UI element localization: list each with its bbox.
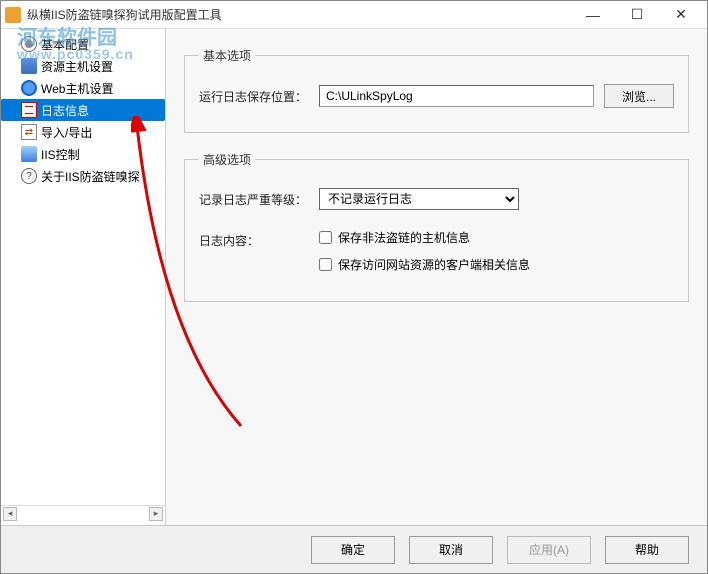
log-icon <box>21 102 37 118</box>
apply-button[interactable]: 应用(A) <box>507 536 591 564</box>
sidebar-item-label: 关于IIS防盗链嗅探 <box>41 168 140 185</box>
sidebar-item-label: 资源主机设置 <box>41 58 113 75</box>
help-button[interactable]: 帮助 <box>605 536 689 564</box>
cb-illegal-host[interactable] <box>319 231 332 244</box>
title-bar: 纵横IIS防盗链嗅探狗试用版配置工具 ― ☐ ✕ <box>1 1 707 29</box>
content-pane: 基本选项 运行日志保存位置： 浏览... 高级选项 记录日志严重等级： 不记录运… <box>166 29 707 525</box>
advanced-options-legend: 高级选项 <box>199 151 255 168</box>
sidebar-item-label: 基本配置 <box>41 36 89 53</box>
advanced-options-group: 高级选项 记录日志严重等级： 不记录运行日志 日志内容： 保存非法盗链的主机信息… <box>184 151 689 302</box>
scroll-left-icon[interactable]: ◂ <box>3 507 17 521</box>
app-icon <box>5 7 21 23</box>
log-level-label: 记录日志严重等级： <box>199 191 319 208</box>
sidebar-item-label: IIS控制 <box>41 146 80 163</box>
cb-client-info-label: 保存访问网站资源的客户端相关信息 <box>338 256 530 273</box>
log-path-label: 运行日志保存位置： <box>199 88 319 105</box>
sidebar-item-label: 日志信息 <box>41 102 89 119</box>
nav-tree: 基本配置资源主机设置 Web主机设置日志信息导入/导出 IIS控制关于IIS防盗链嗅… <box>1 33 165 505</box>
minimize-button[interactable]: ― <box>571 1 615 29</box>
log-path-input[interactable] <box>319 85 594 107</box>
sidebar-item-5[interactable]: IIS控制 <box>1 143 165 165</box>
web-icon <box>21 80 37 96</box>
dialog-button-bar: 确定 取消 应用(A) 帮助 <box>1 525 707 573</box>
sidebar-item-0[interactable]: 基本配置 <box>1 33 165 55</box>
close-button[interactable]: ✕ <box>659 1 703 29</box>
ok-button[interactable]: 确定 <box>311 536 395 564</box>
host-icon <box>21 58 37 74</box>
sidebar-item-4[interactable]: 导入/导出 <box>1 121 165 143</box>
basic-options-legend: 基本选项 <box>199 47 255 64</box>
window-title: 纵横IIS防盗链嗅探狗试用版配置工具 <box>27 6 571 23</box>
browse-button[interactable]: 浏览... <box>604 84 674 108</box>
sidebar-item-1[interactable]: 资源主机设置 <box>1 55 165 77</box>
sidebar-item-label: 导入/导出 <box>41 124 92 141</box>
about-icon <box>21 168 37 184</box>
iis-icon <box>21 146 37 162</box>
sidebar-item-2[interactable]: Web主机设置 <box>1 77 165 99</box>
sidebar-item-6[interactable]: 关于IIS防盗链嗅探 <box>1 165 165 187</box>
maximize-button[interactable]: ☐ <box>615 1 659 29</box>
log-level-select[interactable]: 不记录运行日志 <box>319 188 519 210</box>
scroll-right-icon[interactable]: ▸ <box>149 507 163 521</box>
sidebar-item-label: Web主机设置 <box>41 80 113 97</box>
sidebar-item-3[interactable]: 日志信息 <box>1 99 165 121</box>
cb-illegal-host-label: 保存非法盗链的主机信息 <box>338 229 470 246</box>
io-icon <box>21 124 37 140</box>
sidebar: 基本配置资源主机设置 Web主机设置日志信息导入/导出 IIS控制关于IIS防盗链嗅… <box>1 29 166 525</box>
cancel-button[interactable]: 取消 <box>409 536 493 564</box>
gear-icon <box>21 36 37 52</box>
basic-options-group: 基本选项 运行日志保存位置： 浏览... <box>184 47 689 133</box>
cb-client-info[interactable] <box>319 258 332 271</box>
log-content-label: 日志内容： <box>199 232 319 249</box>
sidebar-scrollbar[interactable]: ◂ ▸ <box>1 505 165 521</box>
window-controls: ― ☐ ✕ <box>571 1 703 29</box>
